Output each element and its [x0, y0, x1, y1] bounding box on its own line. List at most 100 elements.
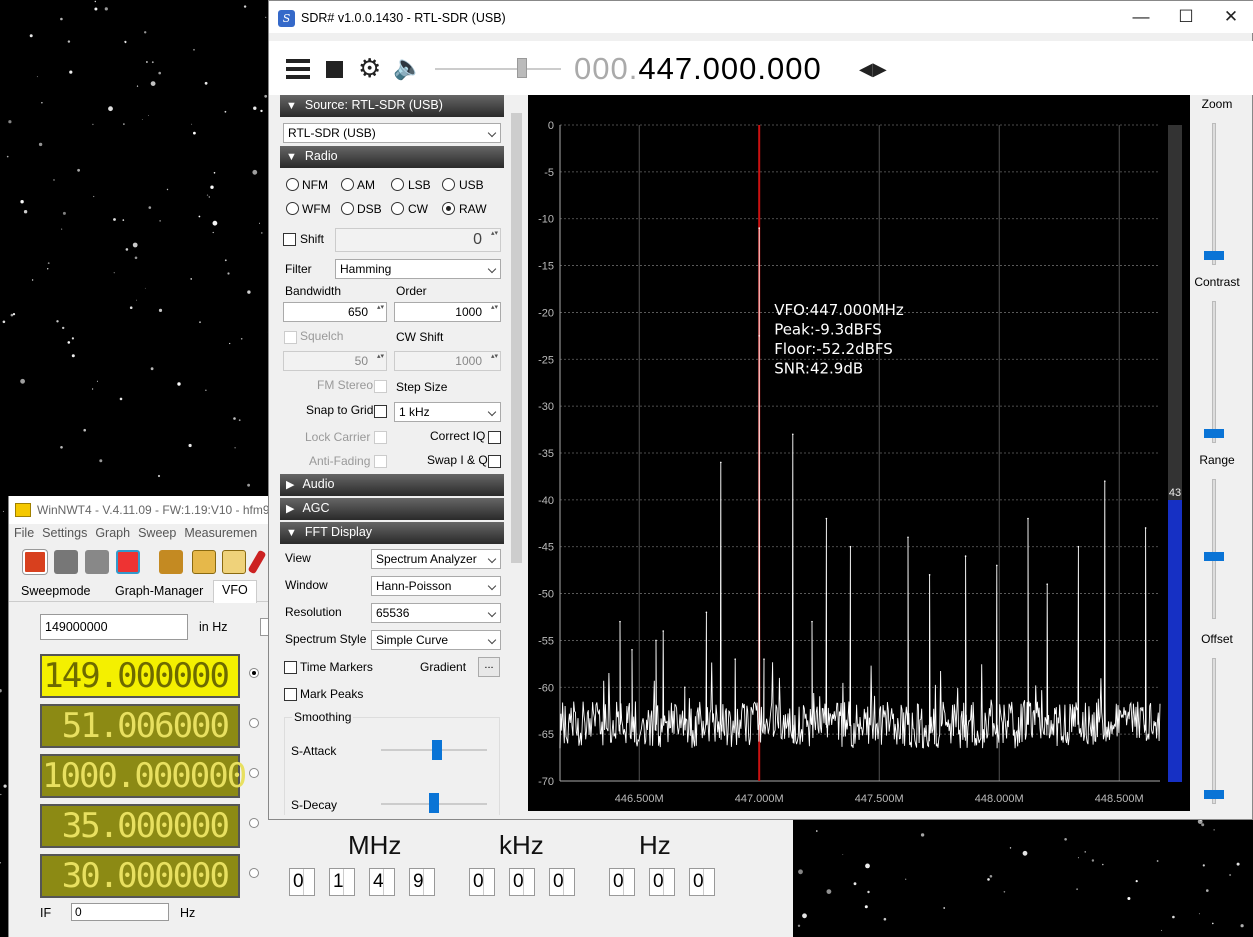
- step-size-label: Step Size: [396, 380, 448, 394]
- menu-file[interactable]: File: [14, 526, 34, 540]
- printer-setup-icon[interactable]: [85, 550, 109, 574]
- view-dropdown[interactable]: Spectrum Analyzer: [371, 549, 501, 569]
- menu-graph[interactable]: Graph: [95, 526, 130, 540]
- agc-section-header[interactable]: ▶ AGC: [280, 498, 504, 520]
- window-dropdown[interactable]: Hann-Poisson: [371, 576, 501, 596]
- correct-iq-checkbox[interactable]: [488, 431, 501, 444]
- vfo-1-radio[interactable]: [249, 668, 259, 678]
- spectrum-style-dropdown[interactable]: Simple Curve: [371, 630, 501, 650]
- winnwt-window: WinNWT4 - V.4.11.09 - FW:1.19:V10 - hfm9…: [8, 496, 308, 937]
- folder-icon[interactable]: [192, 550, 216, 574]
- peak-point: [811, 620, 813, 623]
- mode-lsb-radio[interactable]: [391, 178, 404, 191]
- bmp-export-icon[interactable]: [116, 550, 140, 574]
- mode-raw-radio[interactable]: [442, 202, 455, 215]
- vfo-3-radio[interactable]: [249, 768, 259, 778]
- shift-input[interactable]: 0: [335, 228, 501, 252]
- source-section-header[interactable]: ▼ Source: RTL-SDR (USB): [280, 95, 504, 117]
- digit-spin-khz-3[interactable]: 0: [549, 868, 575, 896]
- frequency-display[interactable]: 000.447.000.000: [574, 51, 822, 87]
- scrollbar-thumb[interactable]: [511, 113, 522, 563]
- vfo-4-radio[interactable]: [249, 818, 259, 828]
- offset-slider-track[interactable]: [1212, 658, 1216, 804]
- contrast-slider-knob[interactable]: [1204, 429, 1224, 438]
- speaker-icon[interactable]: 🔈: [393, 55, 423, 81]
- peak-point: [1144, 527, 1147, 529]
- volume-slider-knob[interactable]: [517, 58, 527, 78]
- digit-spin-mhz-3[interactable]: 4: [369, 868, 395, 896]
- digit-spin-khz-2[interactable]: 0: [509, 868, 535, 896]
- menu-hamburger-icon[interactable]: [286, 57, 310, 81]
- range-slider-knob[interactable]: [1204, 552, 1224, 561]
- digit-spin-hz-1[interactable]: 0: [609, 868, 635, 896]
- spectrum-chart[interactable]: 0 -5 -10 -15 -20 -25 -30 -35 -40 -45 -50 -55 -60 -65 -…: [528, 95, 1190, 811]
- audio-section-header[interactable]: ▶ Audio: [280, 474, 504, 496]
- snap-to-grid-checkbox[interactable]: [374, 405, 387, 418]
- offset-slider-knob[interactable]: [1204, 790, 1224, 799]
- tab-vfo[interactable]: VFO: [213, 580, 257, 603]
- close-icon[interactable]: ✕: [1211, 5, 1251, 29]
- filter-dropdown[interactable]: Hamming: [335, 259, 501, 279]
- source-dropdown[interactable]: RTL-SDR (USB): [283, 123, 501, 143]
- vfo-5-radio[interactable]: [249, 868, 259, 878]
- time-markers-checkbox[interactable]: [284, 661, 297, 674]
- tuning-arrows-icon[interactable]: ◀▶: [859, 59, 887, 83]
- stop-icon[interactable]: [326, 61, 343, 78]
- menu-settings[interactable]: Settings: [42, 526, 87, 540]
- calibrate-icon[interactable]: [247, 549, 267, 575]
- zoom-slider-track[interactable]: [1212, 123, 1216, 265]
- left-panel-scrollbar[interactable]: [509, 95, 524, 815]
- lock-carrier-checkbox[interactable]: [374, 431, 387, 444]
- swap-iq-checkbox[interactable]: [488, 455, 501, 468]
- digit-spin-mhz-1[interactable]: 0: [289, 868, 315, 896]
- printer-icon[interactable]: [54, 550, 78, 574]
- minimize-icon[interactable]: —: [1121, 5, 1161, 29]
- squelch-input[interactable]: 50: [283, 351, 387, 371]
- fm-stereo-checkbox[interactable]: [374, 380, 387, 393]
- tools-icon[interactable]: [159, 550, 183, 574]
- mode-usb-radio[interactable]: [442, 178, 455, 191]
- vfo-2-radio[interactable]: [249, 718, 259, 728]
- digit-spin-mhz-2[interactable]: 1: [329, 868, 355, 896]
- gradient-button[interactable]: ...: [478, 657, 500, 677]
- bandwidth-input[interactable]: 650: [283, 302, 387, 322]
- if-input[interactable]: 0: [71, 903, 169, 921]
- spectrum-annotation: Peak:-9.3dBFS: [774, 321, 882, 339]
- mode-dsb-radio[interactable]: [341, 202, 354, 215]
- digit-spin-mhz-4[interactable]: 9: [409, 868, 435, 896]
- squelch-checkbox[interactable]: [284, 331, 297, 344]
- mode-nfm-radio[interactable]: [286, 178, 299, 191]
- menu-measurement[interactable]: Measuremen: [184, 526, 257, 540]
- contrast-slider-track[interactable]: [1212, 301, 1216, 443]
- menu-sweep[interactable]: Sweep: [138, 526, 176, 540]
- s-decay-knob[interactable]: [429, 793, 439, 813]
- order-label: Order: [396, 284, 427, 298]
- mark-peaks-checkbox[interactable]: [284, 688, 297, 701]
- order-input[interactable]: 1000: [394, 302, 501, 322]
- mode-cw-radio[interactable]: [391, 202, 404, 215]
- step-size-dropdown[interactable]: 1 kHz: [394, 402, 501, 422]
- maximize-icon[interactable]: ☐: [1166, 5, 1206, 29]
- tab-sweepmode[interactable]: Sweepmode: [13, 582, 99, 602]
- volume-slider-track[interactable]: [435, 68, 561, 70]
- shift-checkbox[interactable]: [283, 233, 296, 246]
- gear-icon[interactable]: ⚙: [358, 55, 381, 81]
- anti-fading-checkbox[interactable]: [374, 455, 387, 468]
- save-file-icon[interactable]: [222, 550, 246, 574]
- digit-spin-hz-2[interactable]: 0: [649, 868, 675, 896]
- cw-shift-input[interactable]: 1000: [394, 351, 501, 371]
- mode-am-radio[interactable]: [341, 178, 354, 191]
- radio-section-header[interactable]: ▼ Radio: [280, 146, 504, 168]
- power-icon[interactable]: [23, 550, 47, 574]
- lcd-vfo-3: 1000.000000: [40, 754, 247, 798]
- tab-graph-manager[interactable]: Graph-Manager: [107, 582, 211, 602]
- fft-section-header[interactable]: ▼ FFT Display: [280, 522, 504, 544]
- mode-wfm-radio[interactable]: [286, 202, 299, 215]
- range-slider-track[interactable]: [1212, 479, 1216, 619]
- s-attack-knob[interactable]: [432, 740, 442, 760]
- vfo-hz-input[interactable]: 149000000: [40, 614, 188, 640]
- resolution-dropdown[interactable]: 65536: [371, 603, 501, 623]
- zoom-slider-knob[interactable]: [1204, 251, 1224, 260]
- digit-spin-hz-3[interactable]: 0: [689, 868, 715, 896]
- digit-spin-khz-1[interactable]: 0: [469, 868, 495, 896]
